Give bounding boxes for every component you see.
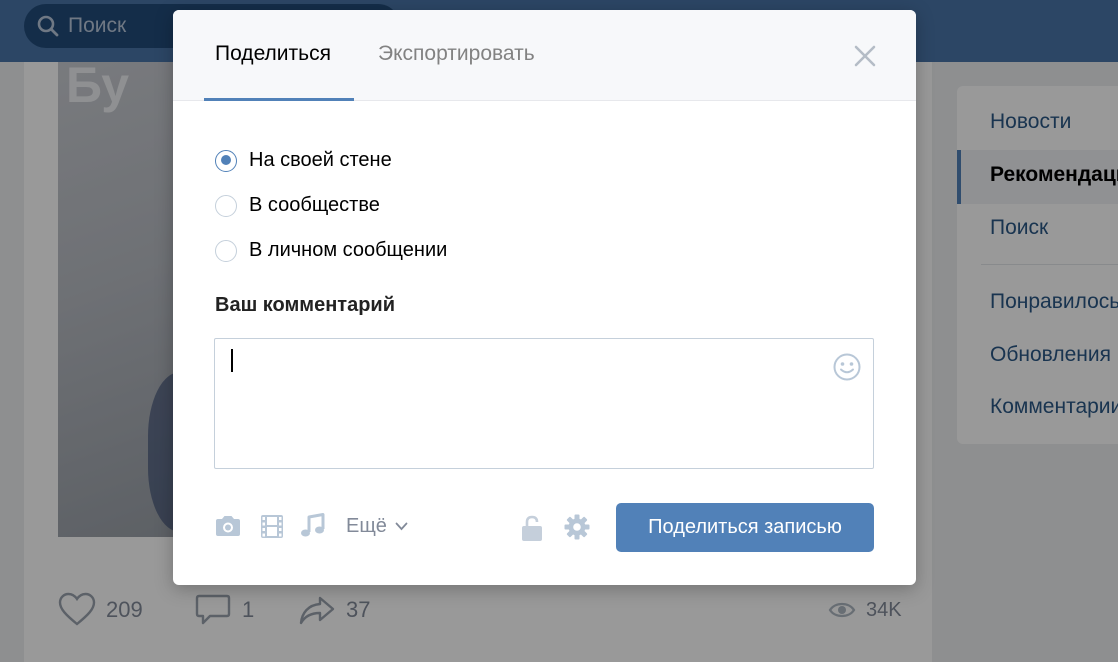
- text-caret: [231, 349, 233, 372]
- more-label: Ещё: [346, 515, 387, 537]
- more-attachments-button[interactable]: Ещё: [346, 515, 408, 538]
- share-dialog: Поделиться Экспортировать На своей стене…: [173, 10, 916, 585]
- dialog-tabs: Поделиться Экспортировать: [173, 10, 916, 101]
- video-icon[interactable]: [257, 512, 287, 540]
- tab-share[interactable]: Поделиться: [215, 42, 331, 66]
- share-post-submit-button[interactable]: Поделиться записью: [616, 503, 874, 552]
- smiley-icon[interactable]: [832, 352, 862, 382]
- music-icon[interactable]: [297, 512, 327, 540]
- radio-button-checked[interactable]: [215, 149, 237, 172]
- radio-button[interactable]: [215, 194, 237, 217]
- chevron-down-icon: [395, 522, 408, 531]
- radio-label-community: В сообществе: [249, 194, 380, 216]
- gear-icon[interactable]: [563, 513, 591, 541]
- radio-community[interactable]: В сообществе: [215, 194, 380, 217]
- close-icon[interactable]: [853, 44, 877, 68]
- comment-field[interactable]: [214, 338, 874, 469]
- radio-label-own-wall: На своей стене: [249, 149, 392, 171]
- radio-own-wall[interactable]: На своей стене: [215, 149, 392, 172]
- radio-private-message[interactable]: В личном сообщении: [215, 239, 447, 262]
- radio-label-private-message: В личном сообщении: [249, 239, 448, 261]
- lock-icon[interactable]: [520, 514, 544, 542]
- tab-export[interactable]: Экспортировать: [378, 42, 535, 66]
- camera-icon[interactable]: [213, 512, 243, 540]
- comment-heading: Ваш комментарий: [215, 294, 396, 316]
- active-tab-indicator: [204, 98, 354, 101]
- radio-button[interactable]: [215, 239, 237, 262]
- comment-input[interactable]: [215, 339, 873, 468]
